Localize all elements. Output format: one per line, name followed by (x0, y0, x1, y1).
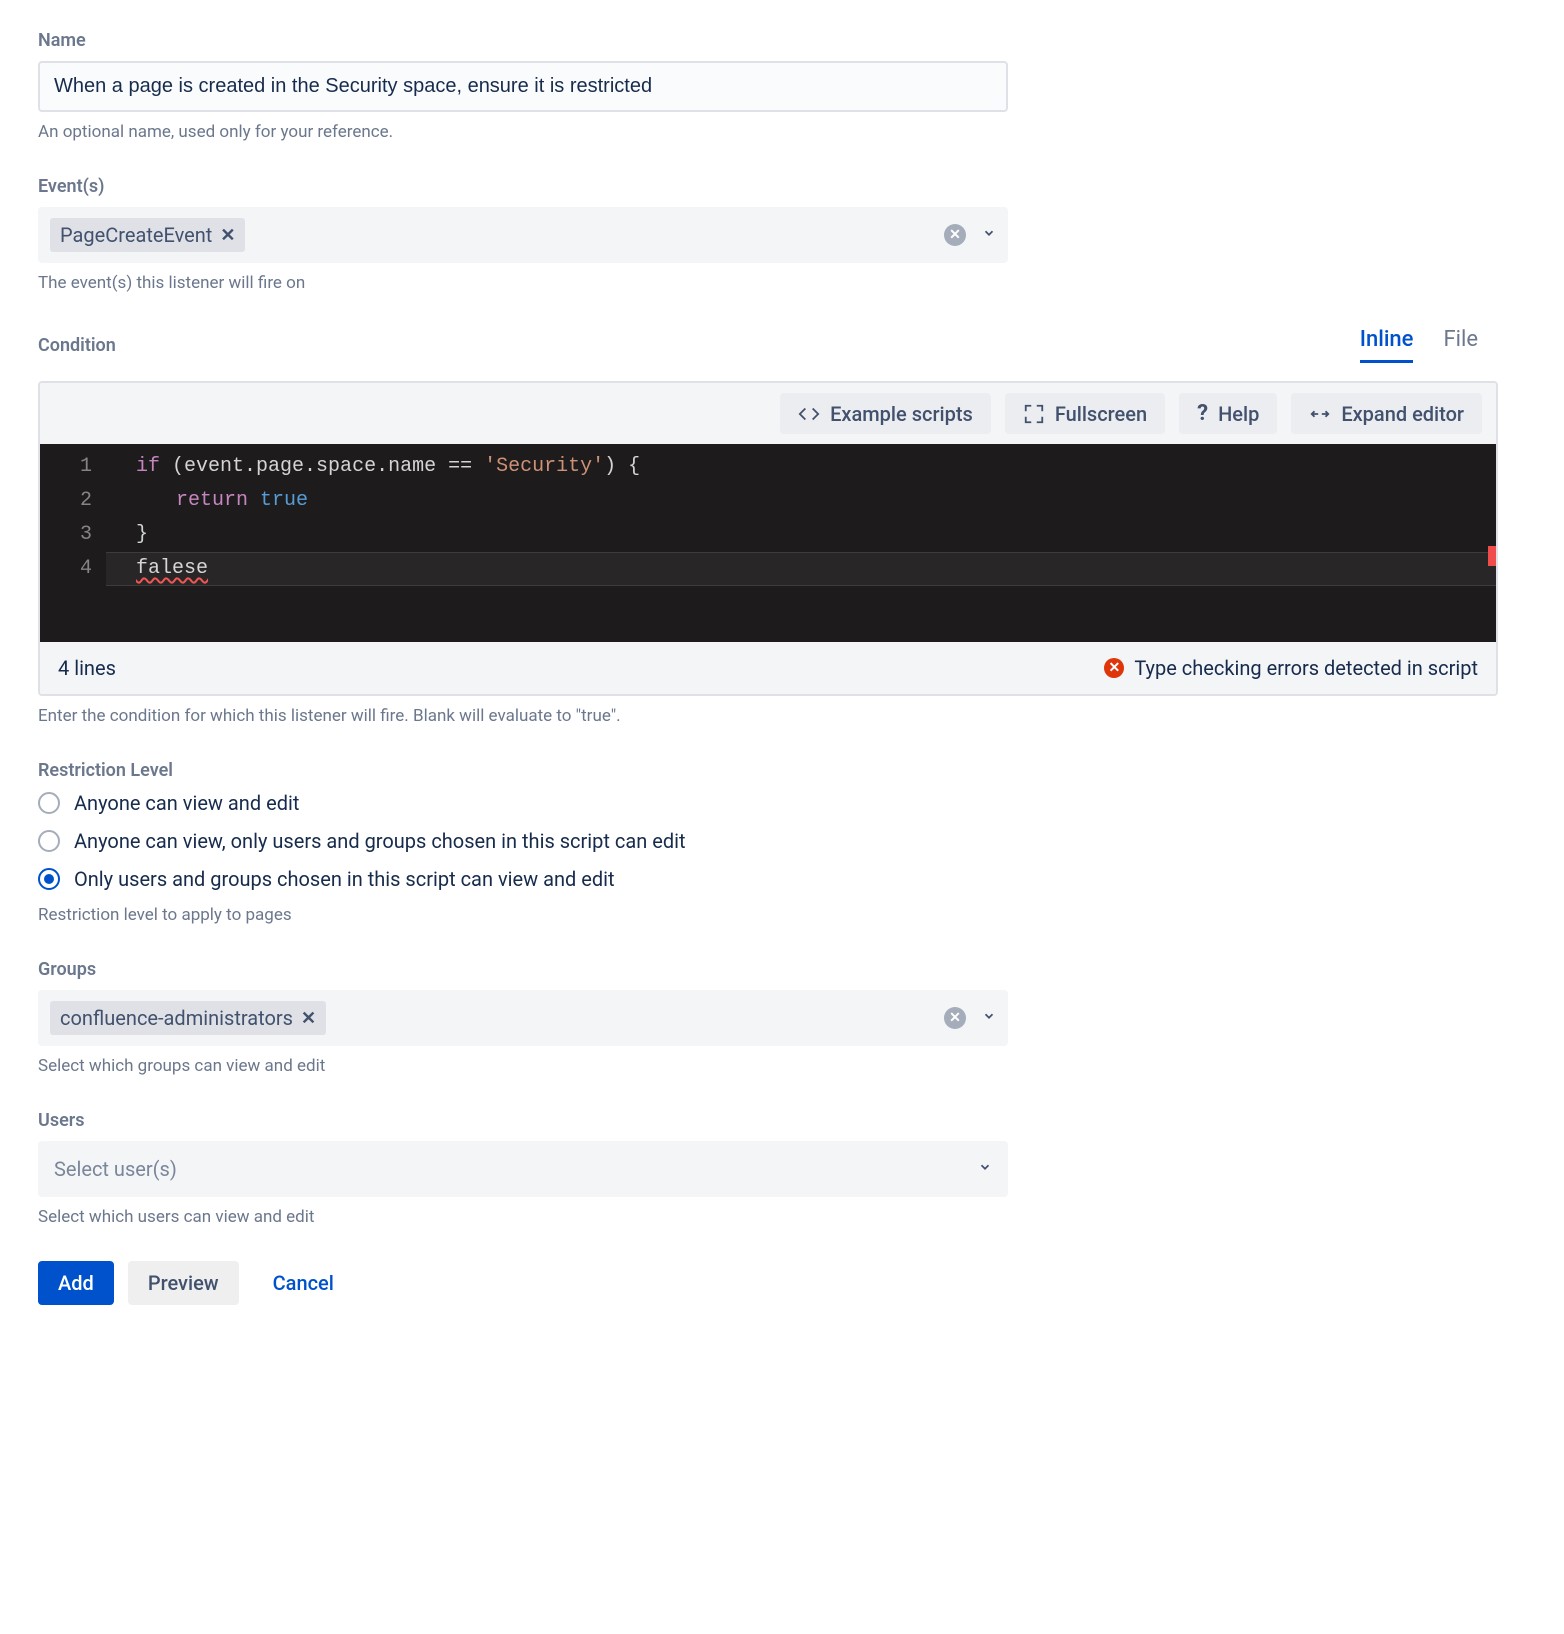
restriction-label: Restriction Level (38, 760, 1526, 781)
restriction-option-3[interactable]: Only users and groups chosen in this scr… (38, 867, 1526, 891)
events-select[interactable]: PageCreateEvent ✕ ✕ (38, 207, 1008, 263)
fullscreen-icon (1023, 403, 1045, 425)
users-label: Users (38, 1110, 1526, 1131)
question-icon: ? (1197, 401, 1208, 426)
help-button[interactable]: ? Help (1179, 393, 1277, 434)
chevron-down-icon[interactable] (982, 226, 996, 244)
condition-label: Condition (38, 335, 116, 356)
error-icon: ✕ (1104, 658, 1124, 678)
groups-label: Groups (38, 959, 1526, 980)
name-label: Name (38, 30, 1526, 51)
expand-editor-button[interactable]: Expand editor (1291, 393, 1482, 434)
users-helper: Select which users can view and edit (38, 1207, 1526, 1227)
users-placeholder: Select user(s) (54, 1157, 177, 1181)
line-count: 4 lines (58, 656, 116, 680)
radio-icon-selected (38, 868, 60, 890)
fullscreen-button[interactable]: Fullscreen (1005, 393, 1165, 434)
restriction-option-2[interactable]: Anyone can view, only users and groups c… (38, 829, 1526, 853)
radio-icon (38, 792, 60, 814)
groups-clear-icon[interactable]: ✕ (944, 1007, 966, 1029)
chevron-down-icon[interactable] (982, 1009, 996, 1027)
users-select[interactable]: Select user(s) (38, 1141, 1008, 1197)
restriction-option-1[interactable]: Anyone can view and edit (38, 791, 1526, 815)
editor-statusbar: 4 lines ✕ Type checking errors detected … (40, 642, 1496, 694)
event-chip-label: PageCreateEvent (60, 223, 212, 247)
group-chip-remove[interactable]: ✕ (301, 1008, 316, 1029)
events-label: Event(s) (38, 176, 1526, 197)
event-chip-remove[interactable]: ✕ (220, 225, 235, 246)
chevron-down-icon[interactable] (978, 1160, 992, 1178)
group-chip-label: confluence-administrators (60, 1006, 293, 1030)
preview-button[interactable]: Preview (128, 1261, 239, 1305)
expand-icon (1309, 403, 1331, 425)
radio-icon (38, 830, 60, 852)
tab-inline[interactable]: Inline (1360, 327, 1414, 363)
condition-editor: Example scripts Fullscreen ? Help Expand… (38, 381, 1498, 696)
restriction-helper: Restriction level to apply to pages (38, 905, 1526, 925)
editor-toolbar: Example scripts Fullscreen ? Help Expand… (40, 383, 1496, 444)
events-helper: The event(s) this listener will fire on (38, 273, 1526, 293)
condition-helper: Enter the condition for which this liste… (38, 706, 1526, 726)
groups-helper: Select which groups can view and edit (38, 1056, 1526, 1076)
code-icon (798, 403, 820, 425)
error-marker[interactable] (1488, 546, 1498, 566)
tab-file[interactable]: File (1443, 327, 1478, 363)
cancel-button[interactable]: Cancel (253, 1261, 354, 1305)
name-helper: An optional name, used only for your ref… (38, 122, 1526, 142)
example-scripts-button[interactable]: Example scripts (780, 393, 991, 434)
code-editor[interactable]: 1 2 3 4 if (event.page.space.name == 'Se… (40, 444, 1496, 642)
groups-select[interactable]: confluence-administrators ✕ ✕ (38, 990, 1008, 1046)
name-input[interactable] (38, 61, 1008, 112)
add-button[interactable]: Add (38, 1261, 114, 1305)
group-chip: confluence-administrators ✕ (50, 1001, 326, 1035)
error-text: Type checking errors detected in script (1134, 656, 1478, 680)
events-clear-icon[interactable]: ✕ (944, 224, 966, 246)
line-gutter: 1 2 3 4 (40, 444, 106, 592)
event-chip: PageCreateEvent ✕ (50, 218, 245, 252)
